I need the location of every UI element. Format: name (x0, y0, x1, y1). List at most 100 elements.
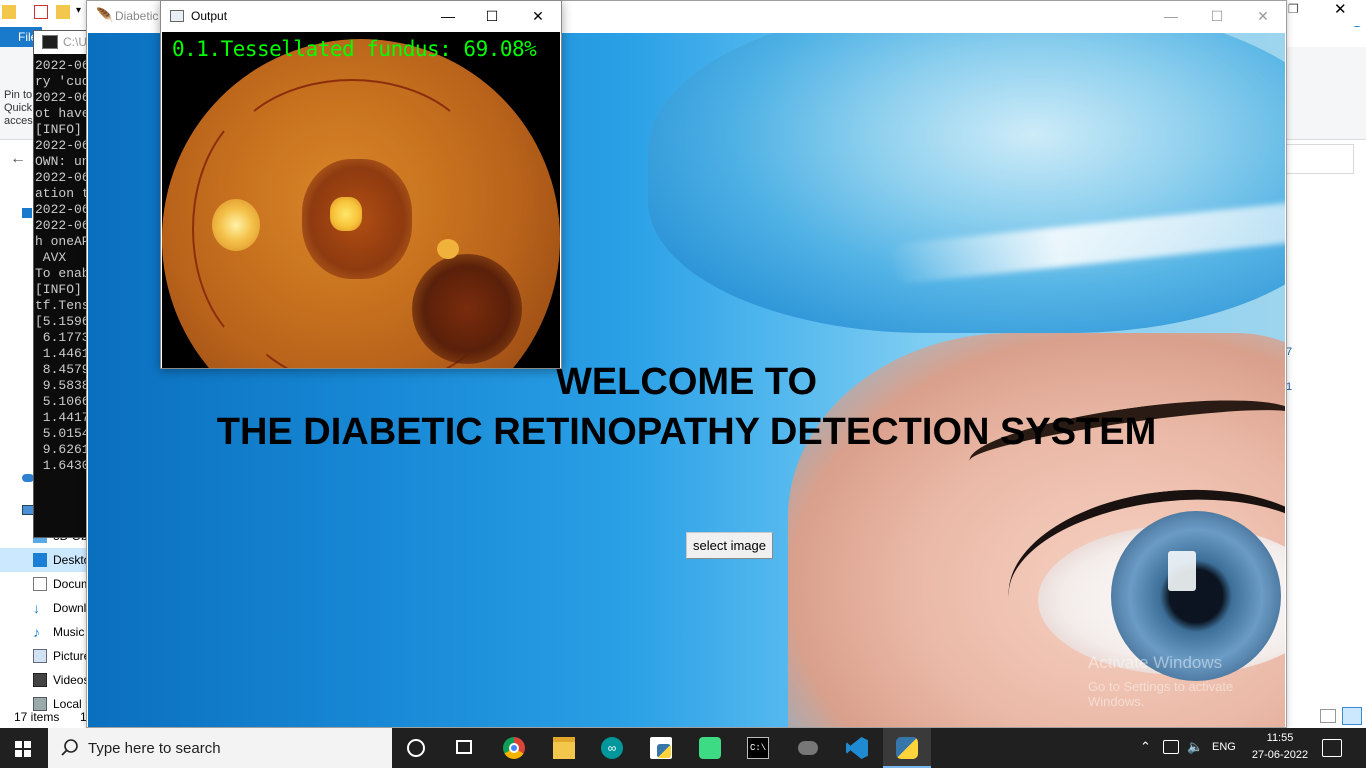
console-line: h oneAP (35, 234, 89, 249)
close-icon[interactable]: ✕ (1240, 1, 1286, 32)
prediction-label: 0.1.Tessellated fundus: 69.08% (172, 37, 537, 61)
maximize-icon[interactable]: ☐ (1194, 1, 1240, 32)
pin-to-quick-access-label[interactable]: Pin to Quick access (4, 89, 38, 128)
android-icon (699, 737, 721, 759)
status-item-count: 17 items (14, 710, 60, 724)
fundus-output-image: 0.1.Tessellated fundus: 69.08% (162, 32, 560, 368)
console-titlebar[interactable]: C:\U (34, 31, 88, 54)
console-line: 2022-06 (35, 170, 89, 185)
console-window[interactable]: C:\U 2022-06 ry 'cud 2022-06 ot have [INFO] 2… (33, 30, 89, 538)
taskbar-search-box[interactable]: Type here to search (48, 728, 392, 768)
console-line: ation t (35, 186, 89, 201)
taskbar-app-chrome[interactable] (490, 728, 538, 768)
console-line: tf.Tens (35, 298, 89, 313)
desktop-icon (33, 553, 47, 567)
view-toggle (1320, 707, 1364, 725)
console-output: 2022-06 ry 'cud 2022-06 ot have [INFO] 2022-0… (34, 58, 89, 474)
console-line: 5.0154 (35, 426, 89, 441)
lesion-area (412, 254, 522, 364)
taskbar-app-arduino[interactable]: ∞ (588, 728, 636, 768)
console-line: AVX (35, 250, 67, 265)
videos-icon (33, 673, 47, 687)
cortana-icon (407, 739, 425, 757)
output-title: Output (191, 9, 228, 23)
sidebar-item-documents[interactable]: Documents (0, 572, 88, 596)
sidebar-item-desktop[interactable]: Desktop (0, 548, 88, 572)
game-icon (798, 741, 818, 755)
clock-time[interactable]: 11:55 (1255, 732, 1305, 744)
network-icon[interactable] (1163, 740, 1179, 754)
maximize-icon[interactable]: ☐ (469, 1, 515, 32)
console-line: [INFO] (35, 282, 82, 297)
sidebar-item-downloads[interactable]: ↓ Downloads (0, 596, 88, 620)
pictures-icon (33, 649, 47, 663)
console-line: 1.4461 (35, 346, 89, 361)
close-icon[interactable]: ✕ (1334, 0, 1347, 18)
window-title: Diabetic (115, 9, 159, 23)
taskbar-app-vscode[interactable] (833, 728, 881, 768)
console-line: 1.6430 (35, 458, 89, 473)
details-view-icon[interactable] (1320, 709, 1336, 723)
console-line: To enab (35, 266, 89, 281)
language-indicator[interactable]: ENG (1212, 741, 1236, 753)
file-explorer-icon (553, 737, 575, 759)
chrome-center (509, 743, 519, 753)
taskbar-app-file-explorer[interactable] (540, 728, 588, 768)
minimize-icon[interactable]: — (1148, 1, 1194, 32)
taskbar-app-terminal[interactable]: C:\ (734, 728, 782, 768)
large-icons-view-icon[interactable] (1342, 707, 1362, 725)
volume-muted-icon[interactable]: 🔈 (1187, 739, 1203, 755)
surgical-cap-image (648, 33, 1285, 333)
console-line: 2022-06 (35, 218, 89, 233)
start-button[interactable] (0, 728, 48, 768)
console-line: 2022-06 (35, 202, 89, 217)
arduino-icon: ∞ (601, 737, 623, 759)
output-titlebar[interactable]: Output — ☐ ✕ (161, 1, 561, 32)
search-input[interactable] (1286, 144, 1354, 174)
quick-access-dropdown-icon[interactable]: ▾ (76, 5, 81, 16)
exudate-spot (330, 197, 362, 231)
clock-date[interactable]: 27-06-2022 (1247, 749, 1313, 761)
python-badge-icon (657, 744, 671, 758)
close-icon[interactable]: ✕ (515, 1, 561, 32)
activate-windows-watermark: Activate Windows (1088, 653, 1223, 672)
taskbar-app-task-view[interactable] (440, 728, 488, 768)
activate-windows-subtext: Go to Settings to activate Windows. (1088, 679, 1234, 709)
taskbar-app-android[interactable] (686, 728, 734, 768)
terminal-icon: C:\ (747, 737, 769, 759)
back-arrow-icon[interactable]: ← (10, 150, 26, 168)
sidebar-item-music[interactable]: ♪ Music (0, 620, 88, 644)
console-line: 1.4417 (35, 410, 89, 425)
console-line: ot have (35, 106, 89, 121)
properties-icon[interactable] (34, 5, 48, 19)
select-image-button[interactable]: select image (686, 532, 773, 559)
sidebar-item-pictures[interactable]: Pictures (0, 644, 88, 668)
minimize-icon[interactable]: — (425, 1, 471, 32)
local-disk-icon (33, 697, 47, 711)
console-line: 5.1066 (35, 394, 89, 409)
windows-logo-icon (15, 741, 31, 757)
optic-disc (212, 199, 260, 251)
show-hidden-icons-icon[interactable]: ⌃ (1140, 739, 1151, 755)
console-title: C:\U (63, 35, 87, 49)
taskbar-app-cortana[interactable] (392, 728, 440, 768)
console-line: 9.5838 (35, 378, 89, 393)
restore-icon[interactable]: ❐ (1288, 2, 1299, 16)
tk-feather-icon: 🪶 (96, 7, 114, 23)
folder-icon[interactable] (2, 5, 16, 19)
explorer-window-controls: ❐ ✕ (1286, 0, 1366, 24)
output-window[interactable]: Output — ☐ ✕ 0.1.Tessellated fundus: 69.… (160, 0, 562, 369)
taskbar-app-python-file[interactable] (637, 728, 685, 768)
sidebar-item-videos[interactable]: Videos (0, 668, 88, 692)
task-view-icon (456, 740, 472, 754)
taskbar-app-python[interactable] (883, 728, 931, 768)
search-icon (61, 739, 78, 756)
new-folder-icon[interactable] (56, 5, 70, 19)
console-line: 8.4579 (35, 362, 89, 377)
retina-fundus-image (162, 39, 560, 368)
music-icon: ♪ (33, 624, 40, 640)
console-line: [5.1596 (35, 314, 89, 329)
vscode-icon (846, 737, 868, 759)
notification-icon[interactable] (1322, 739, 1342, 757)
taskbar-app-game[interactable] (784, 728, 832, 768)
